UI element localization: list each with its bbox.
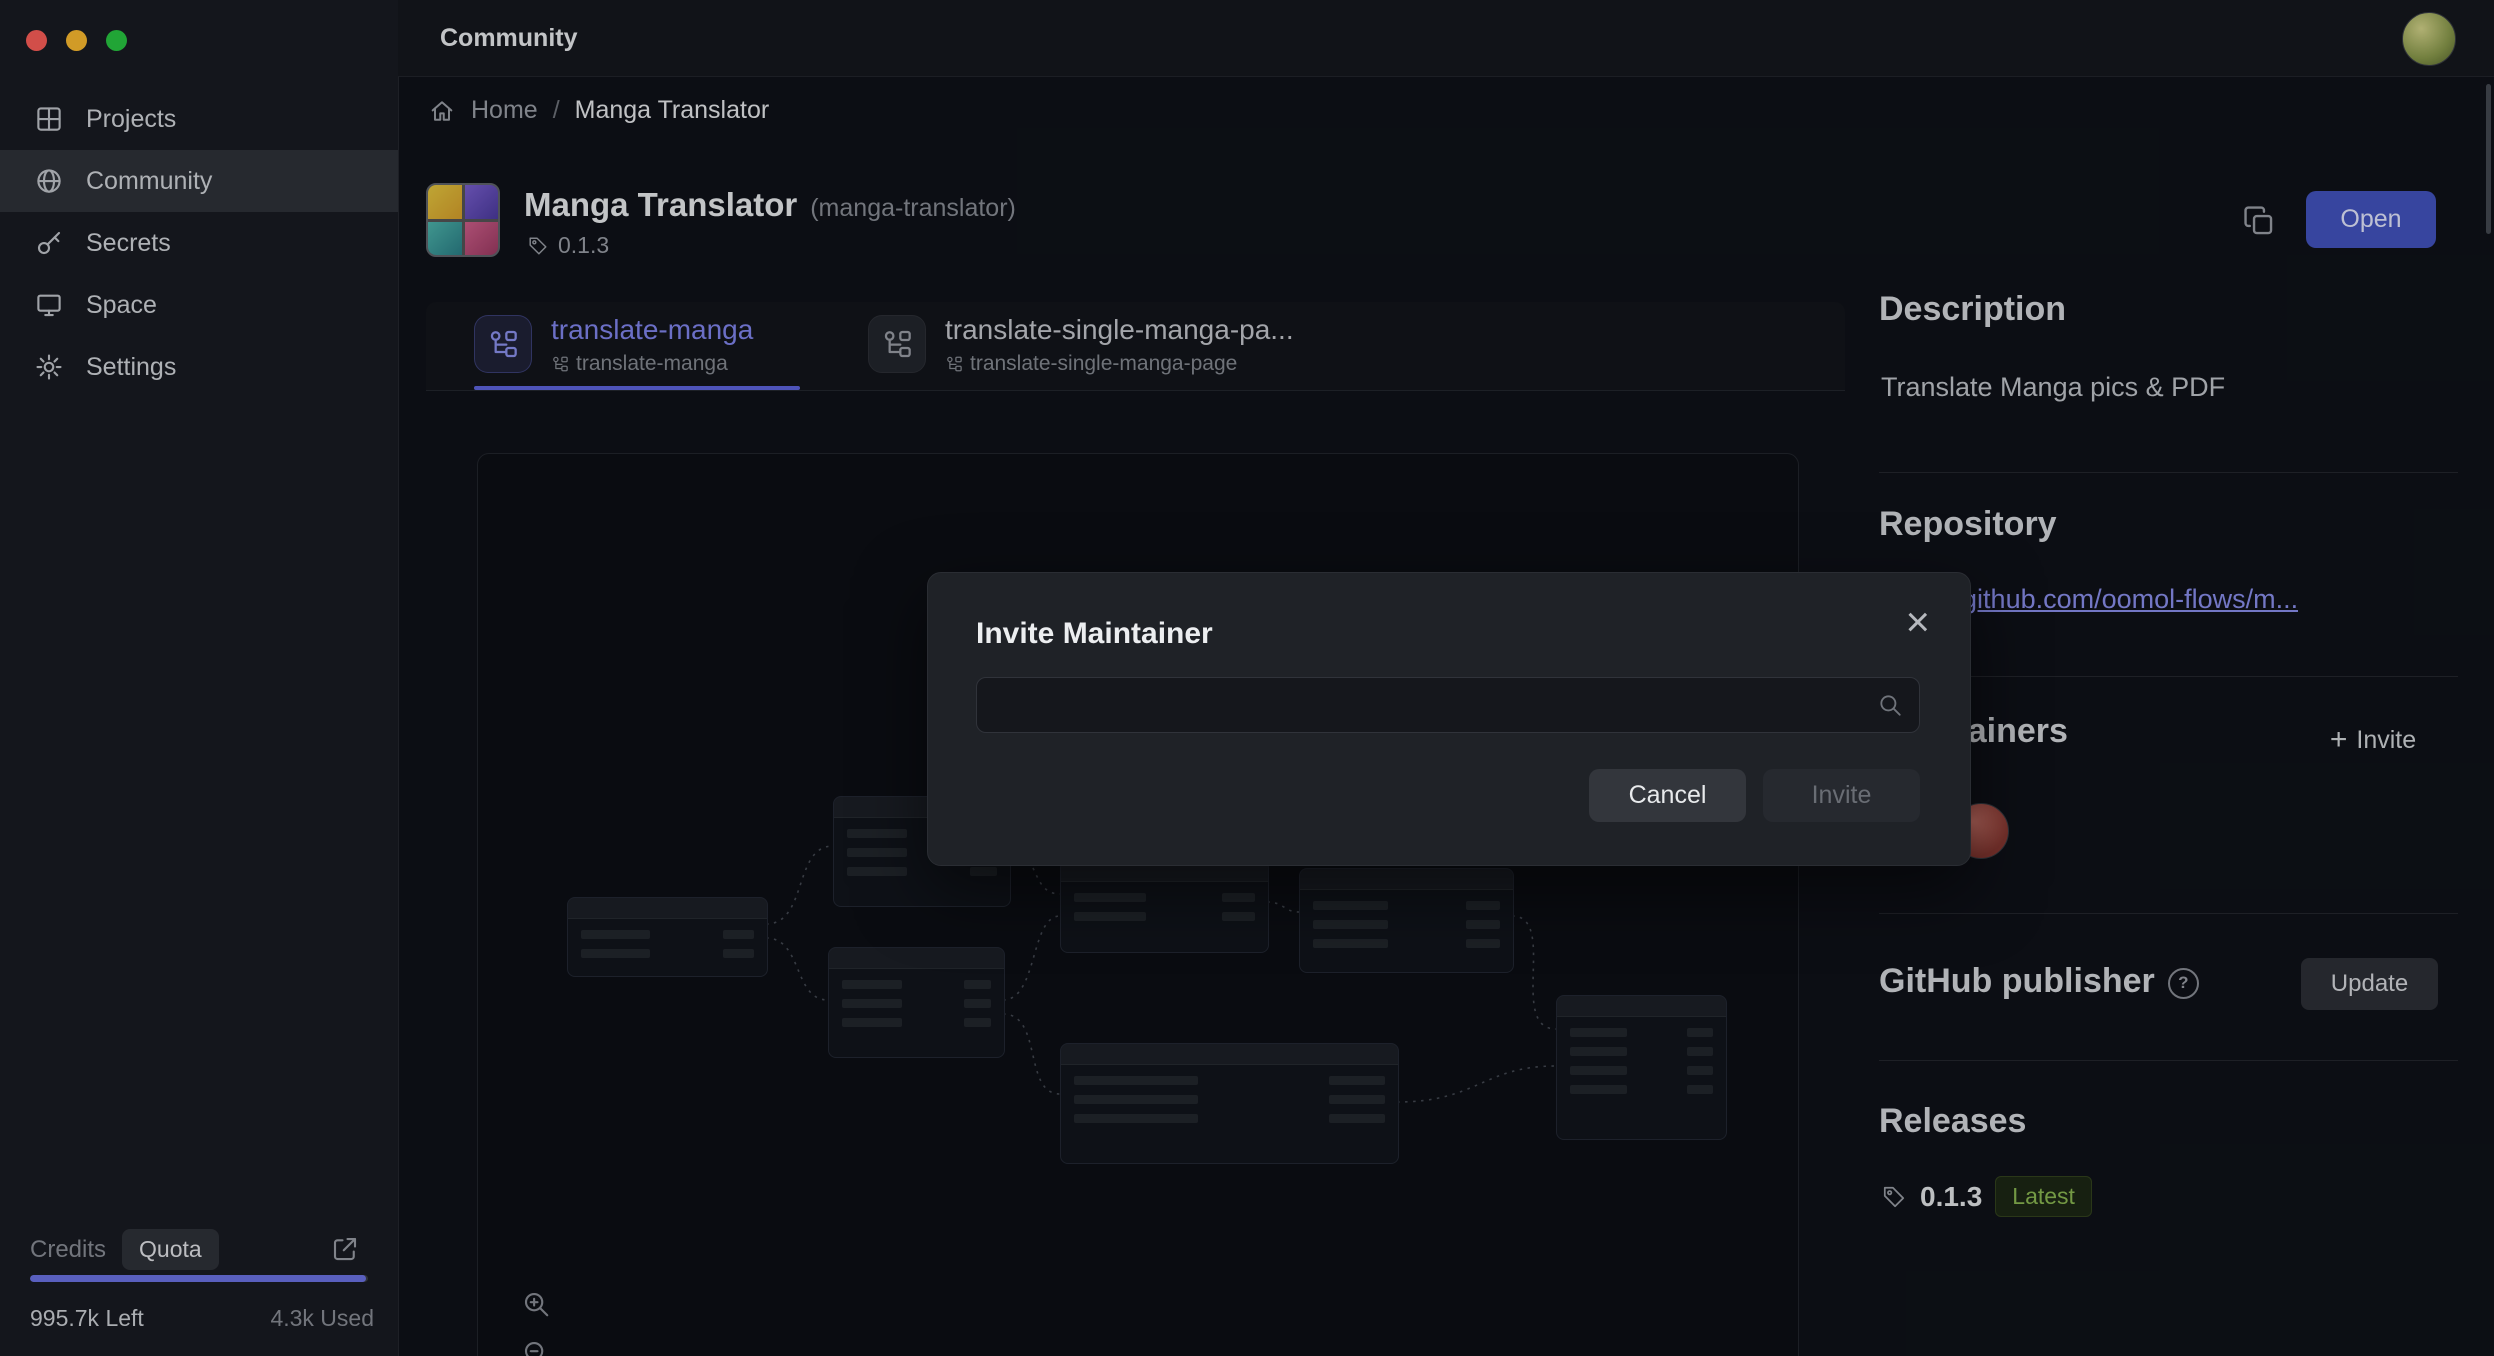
maintainer-search-input[interactable] [995, 678, 1861, 734]
maintainer-search-field [976, 677, 1920, 733]
scrollbar-thumb[interactable] [2486, 84, 2491, 234]
close-icon[interactable]: × [1905, 601, 1930, 643]
invite-button[interactable]: Invite [1763, 769, 1920, 822]
search-icon [1877, 692, 1903, 718]
cancel-button[interactable]: Cancel [1589, 769, 1746, 822]
app-window: Projects Community Secrets Space [0, 0, 2494, 1356]
invite-maintainer-modal: Invite Maintainer × Cancel Invite [927, 572, 1971, 866]
modal-title: Invite Maintainer [976, 617, 1213, 651]
